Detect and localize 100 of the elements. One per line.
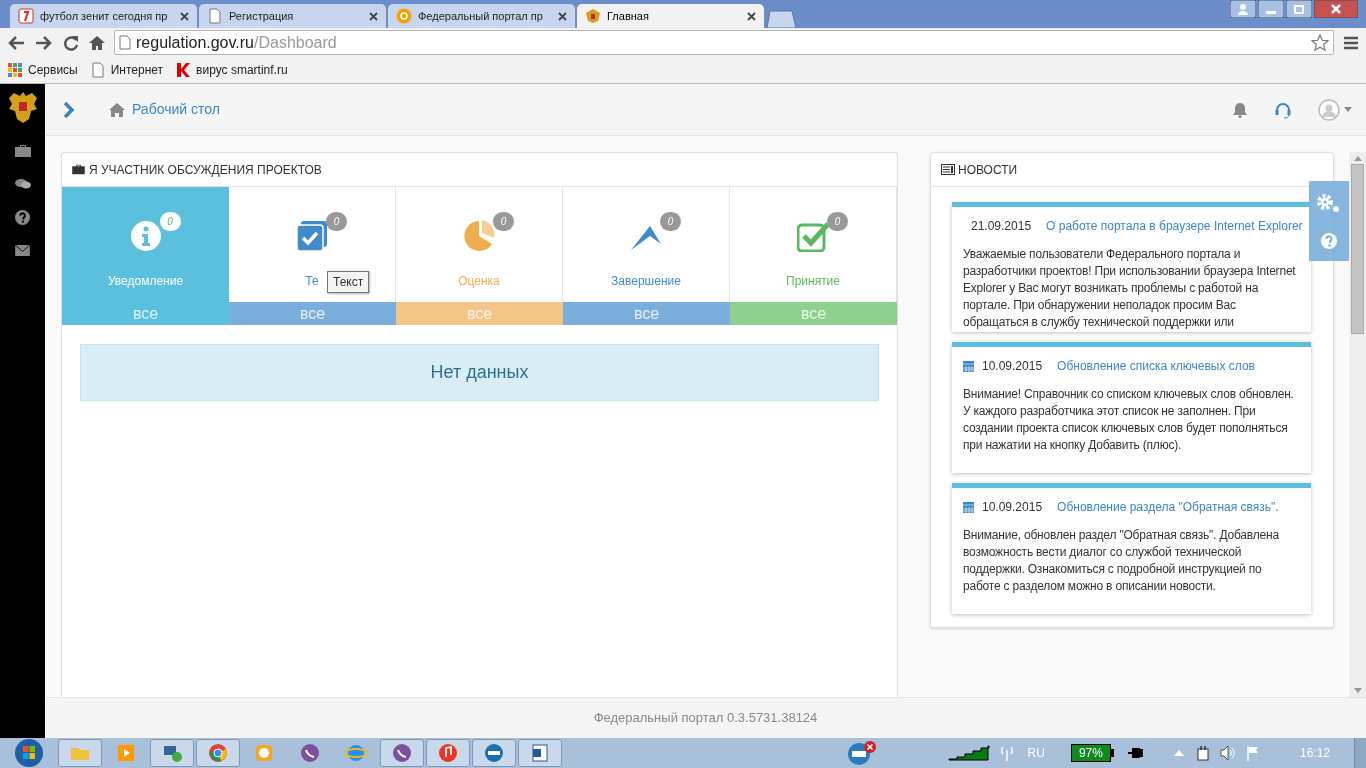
news-title-link[interactable]: Обновление списка ключевых слов bbox=[1057, 357, 1255, 375]
page-icon bbox=[207, 8, 223, 24]
stage-tile[interactable]: 0 Уведомление bbox=[62, 187, 229, 302]
breadcrumb-link[interactable]: Рабочий стол bbox=[132, 99, 220, 120]
at-sign-icon bbox=[396, 8, 412, 24]
globe-icon bbox=[345, 742, 367, 764]
scrollbar[interactable] bbox=[1349, 152, 1366, 697]
tab-title: Регистрация bbox=[229, 8, 295, 24]
battery-indicator[interactable]: 97% bbox=[1070, 744, 1114, 762]
close-icon[interactable] bbox=[1314, 0, 1358, 18]
briefcase-icon[interactable] bbox=[14, 144, 31, 158]
menu-icon[interactable] bbox=[1342, 34, 1360, 51]
taskbar-button[interactable] bbox=[380, 739, 424, 767]
panel-title: Я УЧАСТНИК ОБСУЖДЕНИЯ ПРОЕКТОВ bbox=[89, 161, 322, 179]
close-icon[interactable] bbox=[369, 11, 378, 21]
taskbar-button[interactable] bbox=[426, 739, 470, 767]
mail-icon[interactable] bbox=[15, 245, 30, 256]
taskbar-button[interactable] bbox=[472, 739, 516, 767]
stage-label: Завершение bbox=[611, 273, 681, 290]
scroll-thumb[interactable] bbox=[1351, 164, 1364, 334]
chat-icon[interactable] bbox=[14, 178, 31, 190]
stage-label: Принятие bbox=[786, 273, 840, 290]
restore-icon[interactable] bbox=[1286, 0, 1312, 18]
taskbar-button[interactable] bbox=[196, 739, 240, 767]
page-icon bbox=[89, 62, 106, 78]
empty-message: Нет данных bbox=[80, 344, 879, 401]
close-icon[interactable] bbox=[558, 11, 567, 21]
home-icon[interactable] bbox=[88, 33, 106, 52]
apps-grid-icon bbox=[7, 62, 23, 78]
scroll-down-icon[interactable] bbox=[1353, 688, 1362, 693]
help-icon[interactable] bbox=[15, 210, 30, 225]
stage-all-link[interactable]: все bbox=[229, 302, 396, 325]
footer-text: Федеральный портал 0.3.5731.38124 bbox=[593, 709, 818, 728]
scroll-up-icon[interactable] bbox=[1353, 156, 1362, 161]
chrome-icon bbox=[207, 742, 229, 764]
tab-title: Главная bbox=[607, 8, 650, 24]
browser-tab[interactable]: Главная bbox=[577, 4, 764, 28]
caret-icon bbox=[1344, 107, 1352, 112]
address-field[interactable]: regulation.gov.ru/Dashboard bbox=[114, 30, 1334, 55]
start-button[interactable] bbox=[14, 738, 44, 768]
page-icon bbox=[119, 35, 131, 50]
stage-label: Те bbox=[305, 273, 319, 290]
news-title-link[interactable]: Обновление раздела "Обратная связь". bbox=[1057, 498, 1279, 516]
stage-all-link[interactable]: все bbox=[563, 302, 730, 325]
briefcase-icon bbox=[72, 164, 85, 175]
taskbar-button[interactable] bbox=[150, 739, 194, 767]
panel-title: НОВОСТИ bbox=[958, 161, 1018, 179]
minimize-icon[interactable] bbox=[1258, 0, 1284, 18]
count-badge: 0 bbox=[827, 212, 848, 231]
taskbar-button[interactable] bbox=[518, 739, 562, 767]
count-badge: 0 bbox=[326, 212, 347, 231]
volume-icon[interactable] bbox=[1219, 745, 1236, 761]
home-icon bbox=[109, 102, 125, 117]
phone-bubble-icon bbox=[391, 742, 413, 764]
news-text: Уважаемые пользователи Федерального портала и разработчики проектов! При использовании браузера Internet Explorer у Вас могут возникать проблемы с работой на портале. При обнаружении неполадок просим Вас обращаться в службу технической поддержки или bbox=[963, 246, 1297, 331]
newspaper-icon bbox=[941, 164, 955, 175]
document-icon bbox=[529, 742, 551, 764]
emblem-icon[interactable] bbox=[6, 90, 39, 124]
news-date: 21.09.2015 bbox=[971, 218, 1032, 235]
reload-icon[interactable] bbox=[62, 33, 80, 52]
browser-tab[interactable]: Регистрация bbox=[199, 4, 386, 28]
pie-chart-icon bbox=[463, 220, 495, 252]
bookmark-link[interactable]: Сервисы bbox=[28, 61, 78, 79]
tooltip: Текст bbox=[327, 271, 370, 293]
yandex-icon bbox=[18, 8, 34, 24]
tab-title: футбол зенит сегодня пр bbox=[40, 8, 168, 24]
back-icon[interactable] bbox=[6, 33, 26, 52]
headset-icon[interactable] bbox=[1274, 100, 1292, 119]
bookmark-link[interactable]: вирус smartinf.ru bbox=[196, 61, 288, 79]
forward-icon[interactable] bbox=[34, 33, 54, 52]
bell-icon[interactable] bbox=[1232, 101, 1248, 118]
emblem-icon bbox=[585, 8, 601, 24]
calendar-icon bbox=[963, 360, 974, 372]
tab-title: Федеральный портал пр bbox=[418, 8, 544, 24]
news-text: Внимание! Справочник со списком ключевых слов обновлен. У каждого разработчика этот список не заполнен. При создании проекта список ключевых слов будет пополняться при нажатии на кнопку Добавить (плюс). bbox=[963, 386, 1295, 454]
news-date: 10.09.2015 bbox=[982, 358, 1043, 375]
new-tab-icon[interactable] bbox=[766, 10, 796, 28]
browser-tab[interactable]: Федеральный портал пр bbox=[388, 4, 575, 28]
url-host: regulation.gov.ru bbox=[136, 33, 254, 51]
calendar-icon bbox=[963, 501, 974, 513]
user-icon[interactable] bbox=[1230, 0, 1256, 18]
avatar-icon bbox=[1318, 98, 1340, 121]
signal-icon[interactable] bbox=[947, 745, 992, 761]
browser-tab[interactable]: футбол зенит сегодня пр bbox=[10, 4, 197, 28]
star-icon[interactable] bbox=[1311, 33, 1329, 52]
news-date: 10.09.2015 bbox=[982, 499, 1043, 516]
plug-icon[interactable] bbox=[1127, 747, 1144, 759]
chevron-right-icon[interactable] bbox=[63, 101, 75, 118]
close-icon[interactable] bbox=[180, 11, 189, 21]
news-title-link[interactable]: О работе портала в браузере Internet Explorer bbox=[1046, 217, 1303, 235]
checkmark-icon bbox=[797, 220, 829, 252]
count-badge: 0 bbox=[493, 212, 514, 231]
phone-bubble-icon bbox=[299, 742, 321, 764]
close-icon[interactable] bbox=[747, 11, 756, 21]
user-menu[interactable] bbox=[1318, 98, 1352, 121]
count-badge: 0 bbox=[660, 212, 681, 231]
play-icon bbox=[115, 742, 137, 764]
k-logo-icon bbox=[175, 62, 192, 78]
count-badge: 0 bbox=[159, 212, 181, 231]
bookmark-link[interactable]: Интернет bbox=[110, 61, 164, 79]
